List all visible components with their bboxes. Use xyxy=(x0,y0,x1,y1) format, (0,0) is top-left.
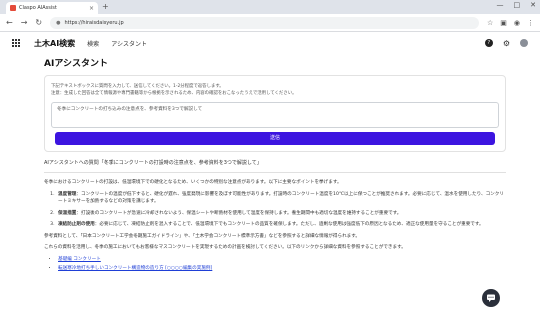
list-item: 転送寒冷地打ち手しいコンクリート構造物の造り方 [○○○○編集の実施例] xyxy=(58,265,506,273)
header-actions: ? ⚙ xyxy=(484,39,528,48)
list-item: 温度管理：コンクリートの温度が低下すると、硬化が遅れ、強度発現に影響を及ぼす可能… xyxy=(56,191,506,206)
caution-text: 注意：生成した回答は全て情報源や専門書籍等から根拠を示されるため、内容の確認をお… xyxy=(51,91,297,96)
brand-title[interactable]: 土木AI検索 xyxy=(34,38,75,49)
maximize-button[interactable]: □ xyxy=(514,1,521,9)
question-card: 下記テキストボックスに質問を入力して、送信してください。1-2分程度で返答します… xyxy=(44,75,506,152)
submitted-query: AIアシスタントへの質問「冬季にコンクリートの打設時の注意点を、参考資料を3つで… xyxy=(44,160,262,166)
reference-note: これらの資料を活用し、冬季の施工においてもお客様なマスコンクリートを実現するため… xyxy=(44,245,406,250)
reload-icon[interactable]: ↻ xyxy=(35,18,42,27)
extensions-icon[interactable]: ▣ xyxy=(500,19,507,27)
instruction-text: 下記テキストボックスに質問を入力して、送信してください。1-2分程度で返答します… xyxy=(51,84,224,89)
url-text: https://hiraisdaisyeru.jp xyxy=(64,19,124,26)
divider xyxy=(44,172,506,173)
profile-icon[interactable]: ◉ xyxy=(514,19,520,27)
browser-tab[interactable]: Claspo AIAssist × xyxy=(6,2,98,14)
new-tab-button[interactable]: + xyxy=(102,2,109,11)
lock-icon: ● xyxy=(56,19,61,26)
bookmark-star-icon[interactable]: ☆ xyxy=(487,19,493,27)
close-tab-icon[interactable]: × xyxy=(89,5,94,12)
tab-title: Claspo AIAssist xyxy=(19,5,57,11)
question-input[interactable]: 冬季にコンクリートの打ち込みの注意点を、参考資料を3つで解説して xyxy=(51,102,499,128)
list-item: 保温措置：打設後のコンクリートが急速に冷却されないよう、保温シートや断熱材を使用… xyxy=(56,210,506,218)
page-title: AIアシスタント xyxy=(44,59,108,69)
reference-link[interactable]: 基礎編 コンクリート xyxy=(58,257,101,262)
address-toolbar: ← → ↻ ● https://hiraisdaisyeru.jp ☆ ▣ ◉ … xyxy=(0,14,540,32)
list-item: 凍結防止剤の使用：必要に応じて、凍結防止剤を混入することで、低温環境下でもコンク… xyxy=(56,221,506,229)
send-button[interactable]: 送信 xyxy=(55,132,495,145)
browser-tab-bar: Claspo AIAssist × + — □ ✕ xyxy=(0,0,540,14)
answer-points: 温度管理：コンクリートの温度が低下すると、硬化が遅れ、強度発現に影響を及ぼす可能… xyxy=(56,191,506,229)
browser-menu-icon[interactable]: ⋮ xyxy=(527,19,534,27)
browser-actions: ☆ ▣ ◉ ⋮ xyxy=(487,19,534,27)
forward-icon[interactable]: → xyxy=(21,18,28,27)
settings-gear-icon[interactable]: ⚙ xyxy=(503,39,510,48)
app-header: 土木AI検索 検索 アシスタント ? ⚙ xyxy=(0,33,540,53)
reference-link[interactable]: 転送寒冷地打ち手しいコンクリート構造物の造り方 [○○○○編集の実施例] xyxy=(58,266,212,271)
answer-intro: 冬季におけるコンクリートの打設は、低温環境下での硬化となるため、いくつかの特別な… xyxy=(44,180,342,185)
close-window-button[interactable]: ✕ xyxy=(530,1,536,9)
minimize-button[interactable]: — xyxy=(497,1,504,9)
app-grid-icon[interactable] xyxy=(12,39,20,47)
reference-intro: 参考資料として、「日本コンクリート工学会冬期施工ガイドライン」や、「土木学会コン… xyxy=(44,233,361,239)
answer-body: 冬季におけるコンクリートの打設は、低温環境下での硬化となるため、いくつかの特別な… xyxy=(44,179,506,273)
chat-icon xyxy=(487,294,495,302)
reference-links: 基礎編 コンクリート 転送寒冷地打ち手しいコンクリート構造物の造り方 [○○○○… xyxy=(58,256,506,273)
help-icon[interactable]: ? xyxy=(484,39,493,47)
list-item: 基礎編 コンクリート xyxy=(58,256,506,264)
url-bar[interactable]: ● https://hiraisdaisyeru.jp xyxy=(50,16,479,29)
site-favicon-icon xyxy=(10,5,16,11)
nav-link-search[interactable]: 検索 xyxy=(87,39,99,48)
back-icon[interactable]: ← xyxy=(6,18,13,27)
user-avatar-icon[interactable] xyxy=(520,39,528,47)
main-content: AIアシスタント 下記テキストボックスに質問を入力して、送信してください。1-2… xyxy=(44,56,506,275)
nav-link-assistant[interactable]: アシスタント xyxy=(111,39,147,48)
chat-bubble-button[interactable] xyxy=(482,289,500,307)
window-controls: — □ ✕ xyxy=(497,1,537,9)
